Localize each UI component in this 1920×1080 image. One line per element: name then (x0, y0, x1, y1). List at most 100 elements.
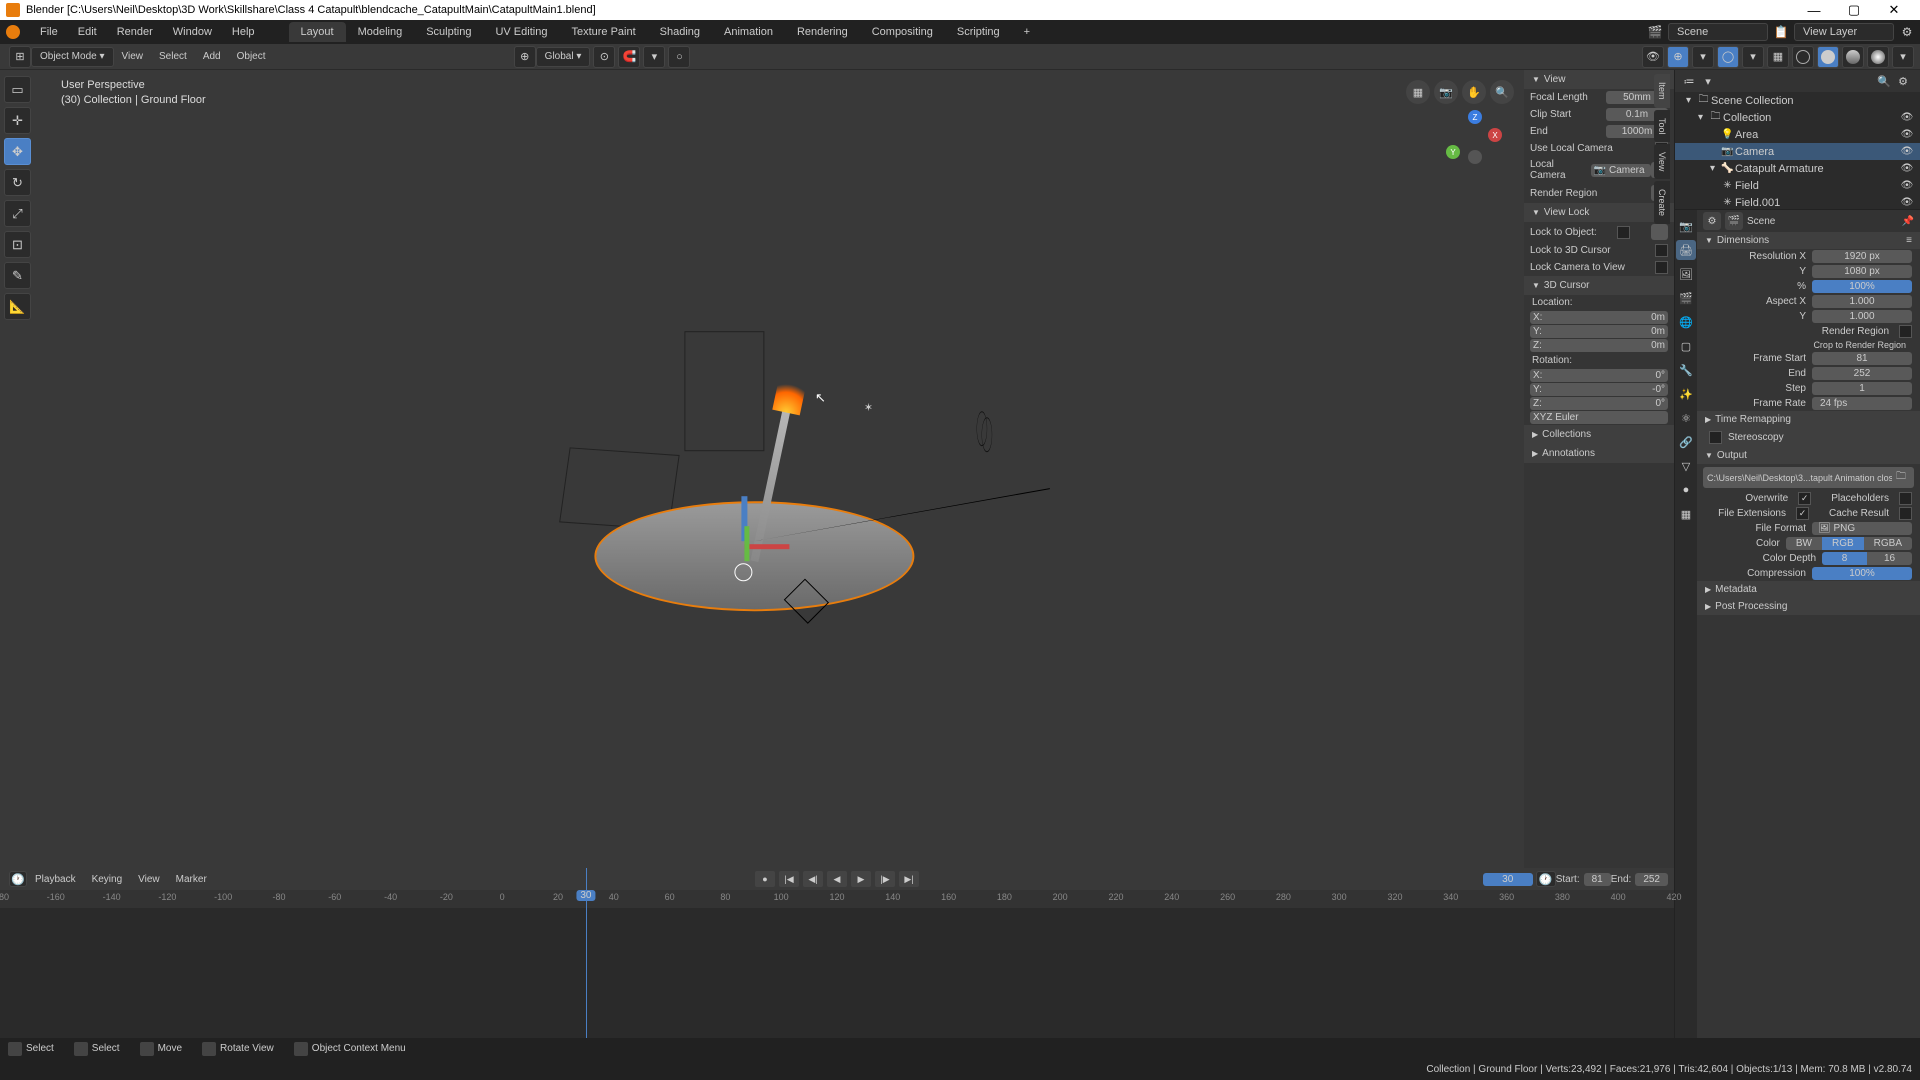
frame-end[interactable]: 252 (1812, 367, 1912, 380)
autokey-icon[interactable]: ● (755, 871, 775, 887)
overlay-d[interactable]: ▾ (1742, 46, 1764, 68)
ptab-output[interactable]: 🖨 (1676, 240, 1696, 260)
snap-icon[interactable]: 🧲 (618, 46, 640, 68)
menu-render[interactable]: Render (107, 26, 163, 38)
scene-select[interactable]: Scene (1668, 23, 1768, 41)
tl-view[interactable]: View (130, 874, 168, 885)
tab-sculpting[interactable]: Sculpting (414, 22, 483, 42)
tab-uv[interactable]: UV Editing (483, 22, 559, 42)
ntab-view[interactable]: View (1654, 144, 1670, 179)
sect-timeremap[interactable]: ▶Time Remapping (1697, 411, 1920, 428)
play-icon[interactable]: ▶ (851, 871, 871, 887)
vp-pan-icon[interactable]: ✋ (1462, 80, 1486, 104)
maximize-button[interactable]: ▢ (1834, 2, 1874, 18)
tl-keying[interactable]: Keying (84, 874, 131, 885)
shade-solid[interactable] (1817, 46, 1839, 68)
ptab-modifier[interactable]: 🔧 (1676, 360, 1696, 380)
axis-y-icon[interactable]: Y (1446, 145, 1460, 159)
vp-zoom-icon[interactable]: 🔍 (1490, 80, 1514, 104)
rot-mode[interactable]: XYZ Euler (1530, 411, 1668, 424)
minimize-button[interactable]: — (1794, 3, 1834, 18)
outliner-mode-icon[interactable]: ▾ (1700, 73, 1716, 89)
snap-opts[interactable]: ▾ (643, 46, 665, 68)
clock-icon[interactable]: 🕐 (1536, 871, 1556, 887)
outliner-filter-icon[interactable]: ⚙ (1895, 73, 1911, 89)
key-prev-icon[interactable]: ◀| (803, 871, 823, 887)
outliner-editor-icon[interactable]: ≔ (1681, 73, 1697, 89)
play-rev-icon[interactable]: ◀ (827, 871, 847, 887)
cursor-rz[interactable]: Z:0° (1530, 397, 1668, 410)
tool-annotate[interactable]: ✎ (4, 262, 31, 289)
overwrite-check[interactable] (1798, 492, 1811, 505)
axis-x-icon[interactable]: X (1488, 128, 1502, 142)
overlay-icon[interactable]: ◯ (1717, 46, 1739, 68)
ptab-render[interactable]: 📷 (1676, 216, 1696, 236)
ptab-constraint[interactable]: 🔗 (1676, 432, 1696, 452)
tab-add[interactable]: + (1012, 22, 1042, 42)
tl-editor-icon[interactable]: 🕐 (9, 871, 27, 887)
color-depth[interactable]: 816 (1822, 552, 1912, 565)
color-mode[interactable]: BWRGBRGBA (1786, 537, 1912, 550)
ptab-object[interactable]: ▢ (1676, 336, 1696, 356)
shade-d[interactable]: ▾ (1892, 46, 1914, 68)
axis-nz-icon[interactable] (1468, 150, 1482, 164)
sect-output[interactable]: ▼Output (1697, 447, 1920, 464)
menu-help[interactable]: Help (222, 26, 265, 38)
ptab-viewlayer[interactable]: 🖼 (1676, 264, 1696, 284)
sel-vis-icon[interactable]: 👁 (1642, 46, 1664, 68)
asp-x[interactable]: 1.000 (1812, 295, 1912, 308)
jump-start-icon[interactable]: |◀ (779, 871, 799, 887)
tool-cursor[interactable]: ✛ (4, 107, 31, 134)
tab-render[interactable]: Rendering (785, 22, 860, 42)
hm-object[interactable]: Object (229, 51, 274, 62)
viewlayer-select[interactable]: View Layer (1794, 23, 1894, 41)
axis-z-icon[interactable]: Z (1468, 110, 1482, 124)
stereo-check[interactable] (1709, 431, 1722, 444)
ptab-physics[interactable]: ⚛ (1676, 408, 1696, 428)
ol-item-area[interactable]: 💡Area👁 (1675, 126, 1920, 143)
res-y[interactable]: 1080 px (1812, 265, 1912, 278)
ntab-tool[interactable]: Tool (1654, 110, 1670, 143)
tool-rotate[interactable]: ↻ (4, 169, 31, 196)
output-path[interactable]: C:\Users\Neil\Desktop\3...tapult Animati… (1703, 467, 1914, 488)
sect-metadata[interactable]: ▶Metadata (1697, 581, 1920, 598)
xray-icon[interactable]: ▦ (1767, 46, 1789, 68)
cursor-ry[interactable]: Y:-0° (1530, 383, 1668, 396)
tab-texpaint[interactable]: Texture Paint (559, 22, 647, 42)
cursor-z[interactable]: Z:0m (1530, 339, 1668, 352)
tool-move[interactable]: ✥ (4, 138, 31, 165)
hm-view[interactable]: View (114, 51, 152, 62)
placeholders-check[interactable] (1899, 492, 1912, 505)
propedit-icon[interactable]: ○ (668, 46, 690, 68)
ptab-mesh[interactable]: ▽ (1676, 456, 1696, 476)
ntab-item[interactable]: Item (1654, 74, 1670, 108)
panel-3dcursor[interactable]: ▼3D Cursor (1524, 276, 1674, 295)
tool-measure[interactable]: 📐 (4, 293, 31, 320)
nav-gizmo[interactable]: Z X Y (1446, 110, 1504, 168)
orient-select[interactable]: Global ▾ (536, 47, 591, 67)
tl-start[interactable]: 81 (1584, 873, 1611, 886)
tool-select[interactable]: ▭ (4, 76, 31, 103)
orient-icon[interactable]: ⊕ (514, 46, 536, 68)
cursor-x[interactable]: X:0m (1530, 311, 1668, 324)
hm-add[interactable]: Add (195, 51, 229, 62)
tab-shading[interactable]: Shading (648, 22, 712, 42)
shade-render[interactable] (1867, 46, 1889, 68)
tool-scale[interactable]: ⤢ (4, 200, 31, 227)
cache-check[interactable] (1899, 507, 1912, 520)
tl-ruler[interactable]: -180-160-140-120-100-80-60-40-2002040608… (0, 890, 1674, 908)
ptab-world[interactable]: 🌐 (1676, 312, 1696, 332)
tab-comp[interactable]: Compositing (860, 22, 945, 42)
cursor-y[interactable]: Y:0m (1530, 325, 1668, 338)
ol-item-catapult-armature[interactable]: ▾🦴Catapult Armature👁 (1675, 160, 1920, 177)
vp-camera-icon[interactable]: ▦ (1406, 80, 1430, 104)
tl-marker[interactable]: Marker (168, 874, 215, 885)
panel-view[interactable]: ▼View (1524, 70, 1674, 89)
ptab-texture[interactable]: ▦ (1676, 504, 1696, 524)
shade-wire[interactable] (1792, 46, 1814, 68)
prop-header-icon[interactable]: ⚙ (1703, 212, 1721, 230)
filter-icon[interactable]: ⚙ (1898, 23, 1916, 41)
sect-stereo[interactable]: Stereoscopy (1697, 428, 1920, 447)
ol-item-collection[interactable]: ▾🗀Collection👁 (1675, 109, 1920, 126)
tl-end[interactable]: 252 (1635, 873, 1668, 886)
